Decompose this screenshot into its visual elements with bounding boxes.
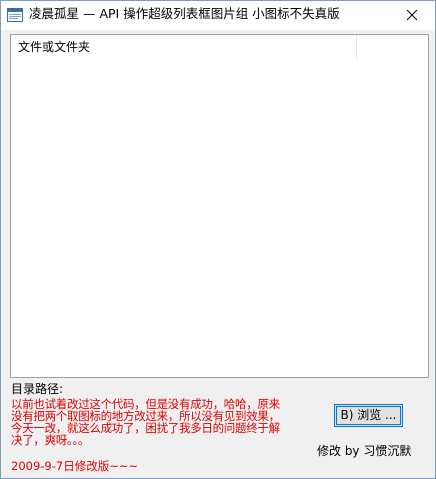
title-bar[interactable]: 凌晨孤星 — API 操作超级列表框图片组 小图标不失真版 (1, 1, 435, 30)
browse-button-focus-ring (336, 406, 401, 425)
author-credit: 修改 by 习惯沉默 (317, 444, 412, 458)
version-date-note: 2009-9-7日修改版~~~ (11, 459, 139, 473)
column-header-file-or-folder[interactable]: 文件或文件夹 (11, 35, 357, 59)
app-window-icon (7, 7, 23, 23)
file-list-view[interactable]: 文件或文件夹 (10, 34, 429, 378)
note-line: 决了，爽呀。。。 (11, 433, 90, 447)
close-button[interactable] (389, 1, 435, 30)
close-icon (406, 6, 418, 25)
directory-path-label: 目录路径: (11, 382, 64, 396)
window-title: 凌晨孤星 — API 操作超级列表框图片组 小图标不失真版 (29, 6, 340, 21)
browse-button[interactable]: B) 浏览 ... (334, 404, 403, 427)
list-header: 文件或文件夹 (11, 35, 428, 59)
main-window: 凌晨孤星 — API 操作超级列表框图片组 小图标不失真版 文件或文件夹 目录路… (0, 0, 436, 479)
list-body[interactable] (11, 59, 428, 377)
note-text: 以前也试着改过这个代码，但是没有成功，哈哈，原来 没有把两个取图标的地方改过来，… (11, 398, 311, 446)
